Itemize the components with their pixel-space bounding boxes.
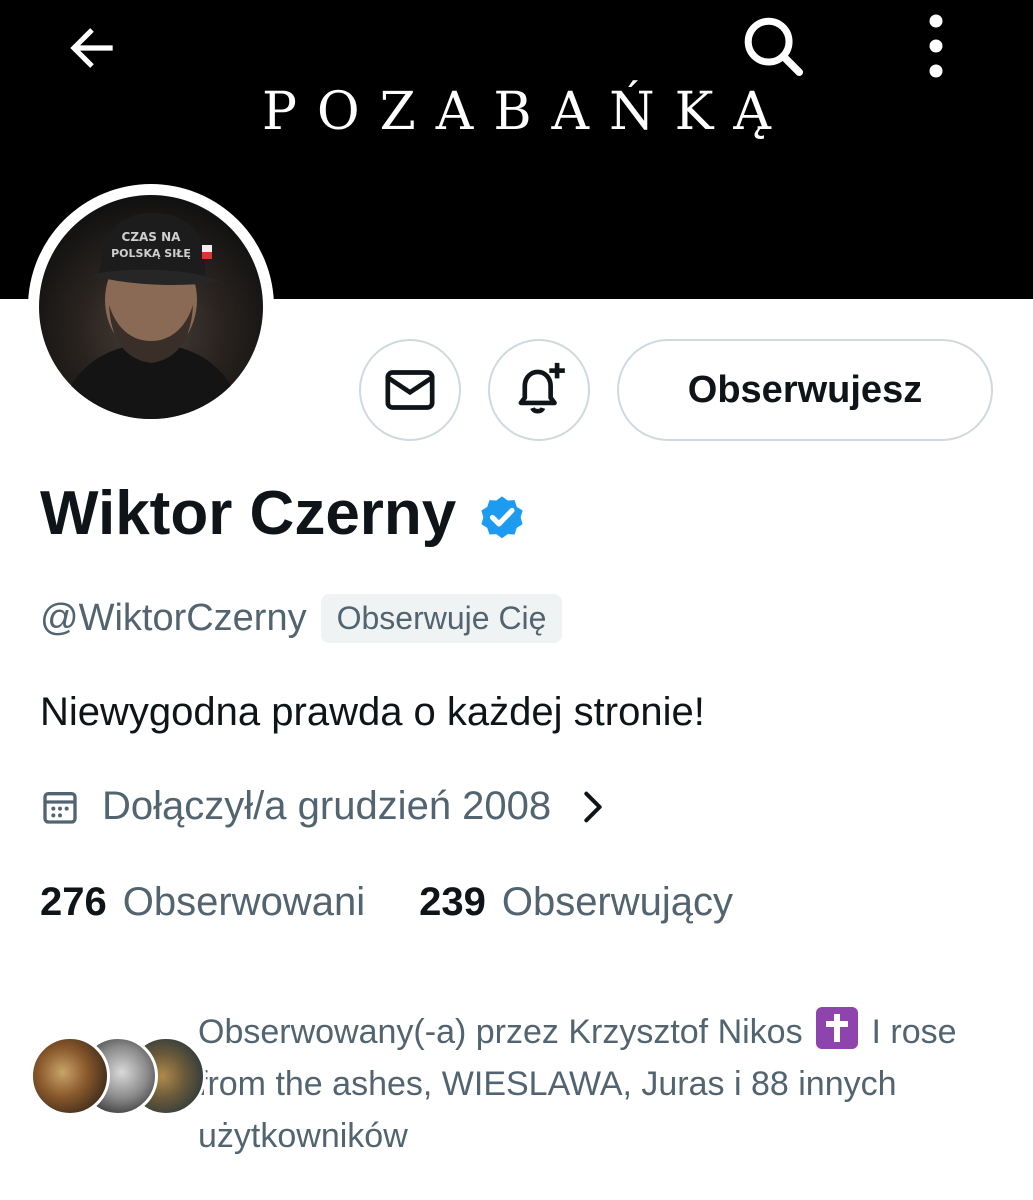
cross-emoji-icon (816, 1007, 859, 1049)
avatar-image: CZAS NA POLSKĄ SIŁĘ (39, 195, 263, 419)
banner-text: POZABAŃKĄ (262, 82, 791, 142)
mutual-avatars (30, 1036, 206, 1116)
svg-text:POLSKĄ SIŁĘ: POLSKĄ SIŁĘ (111, 247, 191, 260)
arrow-left-icon (70, 28, 113, 68)
display-name: Wiktor Czerny (40, 479, 457, 548)
svg-text:CZAS NA: CZAS NA (122, 230, 182, 244)
more-options-button[interactable] (896, 6, 976, 86)
following-label[interactable]: Obserwowani (123, 880, 365, 925)
followed-by-part1: Obserwowany(-a) przez Krzysztof Nikos (198, 1013, 803, 1051)
search-button[interactable] (733, 6, 813, 86)
notifications-button[interactable] (488, 339, 590, 441)
mutual-avatar (30, 1036, 110, 1116)
follows-you-badge: Obserwuje Cię (320, 594, 563, 643)
follow-stats: 276 Obserwowani 239 Obserwujący (40, 880, 733, 925)
envelope-icon (385, 370, 435, 410)
verified-badge-icon[interactable] (476, 491, 528, 543)
name-row: Wiktor Czerny (40, 478, 528, 549)
followed-by-text: Obserwowany(-a) przez Krzysztof Nikos I … (198, 1006, 978, 1162)
bell-plus-icon (518, 362, 565, 414)
calendar-icon (43, 791, 77, 824)
following-count[interactable]: 276 (40, 880, 107, 925)
message-button[interactable] (359, 339, 461, 441)
handle-row: @WiktorCzerny Obserwuje Cię (40, 594, 563, 643)
chevron-right-icon (584, 791, 602, 822)
followers-count[interactable]: 239 (419, 880, 486, 925)
joined-date: Dołączył/a grudzień 2008 (102, 784, 552, 828)
more-vertical-icon (929, 14, 943, 78)
search-icon (744, 17, 804, 77)
following-button[interactable]: Obserwujesz (617, 339, 993, 441)
username-handle: @WiktorCzerny (40, 597, 307, 639)
profile-bio: Niewygodna prawda o każdej stronie! (40, 690, 705, 734)
followers-label[interactable]: Obserwujący (502, 880, 733, 925)
joined-date-row[interactable]: Dołączył/a grudzień 2008 (40, 784, 607, 829)
profile-avatar[interactable]: CZAS NA POLSKĄ SIŁĘ (28, 184, 274, 430)
back-button[interactable] (52, 8, 132, 88)
